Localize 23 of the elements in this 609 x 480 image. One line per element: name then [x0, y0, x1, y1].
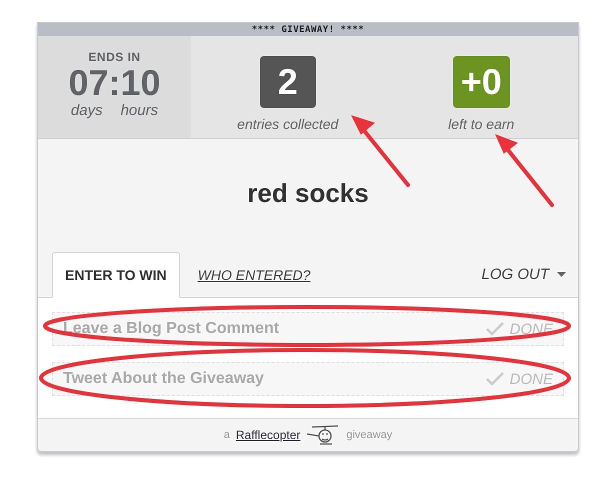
helicopter-icon	[306, 425, 340, 445]
logout-menu[interactable]: LOG OUT	[481, 251, 566, 297]
stat-value: 2	[260, 56, 316, 108]
prize-title: red socks	[247, 178, 369, 208]
tab[interactable]: ENTER TO WIN	[52, 252, 180, 298]
entry-status: DONE	[510, 370, 553, 388]
stat-value: +0	[452, 56, 510, 108]
stat-label: left to earn	[448, 116, 514, 132]
check-icon	[486, 372, 504, 386]
footer-suffix: giveaway	[346, 429, 392, 441]
stat-label: entries collected	[237, 116, 338, 132]
check-icon	[486, 322, 504, 336]
entry-label: Tweet About the Giveaway	[63, 370, 264, 388]
timer-value: 07:10	[68, 64, 161, 102]
banner-title: **** GIVEAWAY! ****	[252, 24, 364, 34]
footer-prefix: a	[224, 429, 230, 441]
tab-link[interactable]: WHO ENTERED?	[186, 252, 322, 298]
entry-label: Leave a Blog Post Comment	[63, 320, 280, 338]
timer-unit: days	[70, 102, 103, 119]
timer-unit: hours	[120, 102, 158, 119]
rafflecopter-link[interactable]: Rafflecopter	[236, 428, 300, 442]
caret-icon	[557, 272, 566, 276]
timer-label: ENDS IN	[88, 50, 141, 64]
